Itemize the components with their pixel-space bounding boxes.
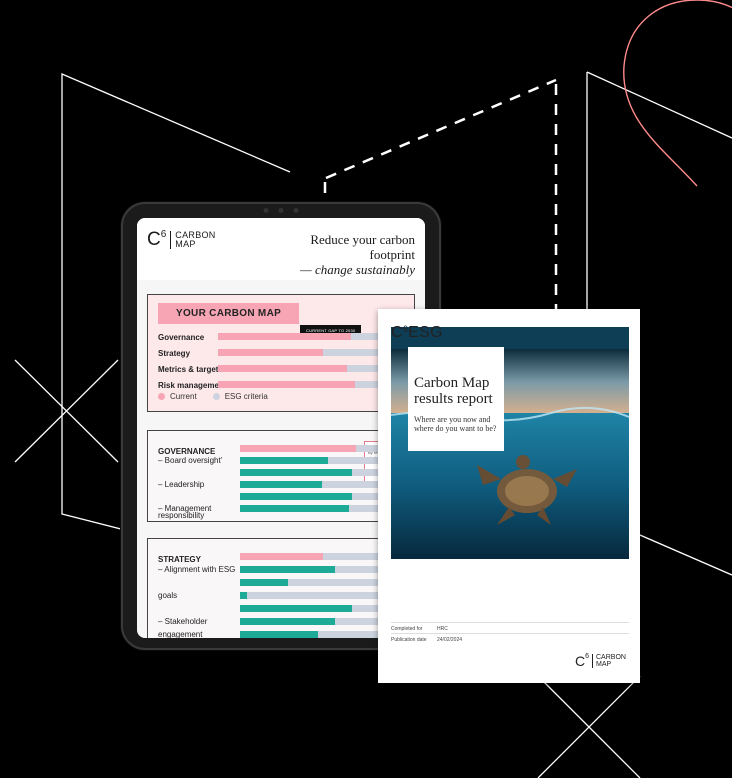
governance-row-label: – Board oversight’ — [158, 456, 223, 465]
strategy-row-label: – Alignment with ESG — [158, 565, 236, 574]
c6-esg-logo: C6ESG — [391, 324, 443, 341]
c6-carbon-map-logo: C6 CARBON MAP — [147, 229, 216, 250]
strategy-row-bar — [240, 566, 336, 573]
governance-card: GOVERNANCE OPPORTUNITY By reviewing and … — [147, 430, 424, 522]
tagline: Reduce your carbon footprint — change su… — [300, 232, 415, 277]
map-row-label: Risk management — [158, 381, 227, 390]
strategy-row-bar — [240, 579, 288, 586]
governance-title: GOVERNANCE — [158, 447, 216, 456]
strategy-row-bar — [240, 592, 247, 599]
governance-row-bar — [240, 457, 329, 464]
right-frame-line — [586, 71, 732, 139]
c6-carbon-map-footer-logo: C6 CARBON MAP — [574, 653, 626, 669]
map-row-current-bar — [218, 365, 348, 372]
strategy-row-label: engagement — [158, 630, 203, 638]
strategy-row-bar — [240, 631, 319, 638]
map-row-current-bar — [218, 333, 351, 340]
strategy-row-bar — [240, 605, 353, 612]
map-row-label: Strategy — [158, 349, 191, 358]
governance-row-label: – Management — [158, 504, 212, 513]
map-row-current-bar — [218, 381, 355, 388]
strategy-card: STRATEGY – Alignment with ESG goals – Stak… — [147, 538, 415, 638]
report-subtitle: Where are you now and where do you want … — [414, 415, 497, 433]
carbon-map-title: YOUR CARBON MAP — [158, 303, 300, 324]
strategy-title: STRATEGY — [158, 555, 201, 564]
strategy-row-label: – Stakeholder — [158, 617, 208, 626]
dashed-diagonal — [325, 78, 557, 180]
report-title: Carbon Map results report — [414, 375, 493, 407]
map-row-current-bar — [218, 349, 323, 356]
report-title-box: Carbon Map results report Where are you … — [408, 347, 504, 451]
map-row-label: Metrics & targets — [158, 365, 223, 374]
strategy-row-bar — [240, 553, 324, 560]
location-pin-icon — [623, 0, 732, 187]
chart-legend: Current ESG criteria — [158, 392, 268, 401]
governance-row-bar — [240, 505, 349, 512]
carbon-map-card: YOUR CARBON MAP CURRENT GAP TO 2030 Curr… — [147, 294, 415, 412]
strategy-row-bar — [240, 618, 336, 625]
tablet-header: C6 CARBON MAP Reduce your carbon footpri… — [137, 218, 425, 280]
governance-row-bar — [240, 445, 356, 452]
map-row-label: Governance — [158, 333, 205, 342]
tablet-camera — [263, 208, 299, 213]
governance-row-label: – Leadership — [158, 480, 205, 489]
strategy-row-label: goals — [158, 591, 178, 600]
governance-row-bar — [240, 469, 353, 476]
governance-row-bar — [240, 493, 353, 500]
meta-row-date: Publication date 24/02/2024 — [391, 633, 629, 646]
results-report-document: C6ESG Carbon Map results report Where ar… — [378, 309, 640, 683]
governance-row-bar — [240, 481, 322, 488]
